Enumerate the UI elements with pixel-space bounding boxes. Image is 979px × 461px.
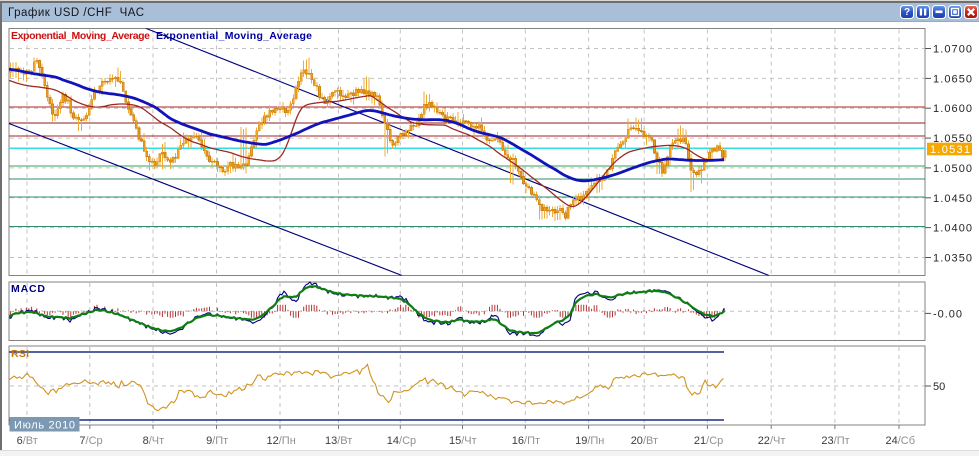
svg-text:14/Ср: 14/Ср [387,435,416,447]
svg-text:1.0700: 1.0700 [933,44,972,56]
svg-text:Exponential_Moving_Average: Exponential_Moving_Average [11,30,150,42]
svg-text:1.0450: 1.0450 [933,193,972,205]
svg-text:1.0650: 1.0650 [933,73,972,85]
svg-text:21/Ср: 21/Ср [694,435,723,447]
svg-text:12/Пн: 12/Пн [267,435,296,447]
svg-text:6/Вт: 6/Вт [17,435,38,447]
svg-text:9/Пт: 9/Пт [206,435,228,447]
svg-text:16/Пт: 16/Пт [512,435,540,447]
svg-text:7/Ср: 7/Ср [79,435,102,447]
svg-text:График USD /CHF ЧАС: График USD /CHF ЧАС [8,7,144,19]
svg-text:22/Чт: 22/Чт [758,435,786,447]
svg-text:50: 50 [933,381,945,393]
svg-text:1.0600: 1.0600 [933,103,972,115]
svg-text:1.0531: 1.0531 [930,144,970,156]
svg-text:?: ? [904,7,910,18]
svg-text:20/Вт: 20/Вт [631,435,658,447]
svg-text:1.0400: 1.0400 [933,223,972,235]
svg-text:RSI: RSI [11,348,29,360]
svg-text:13/Вт: 13/Вт [325,435,352,447]
svg-text:1.0350: 1.0350 [933,253,972,265]
svg-text:15/Чт: 15/Чт [449,435,477,447]
svg-text:-0.00: -0.00 [933,308,962,320]
svg-text:Exponential_Moving_Average: Exponential_Moving_Average [156,30,312,42]
svg-text:24/Сб: 24/Сб [886,435,916,447]
svg-text:Июль 2010: Июль 2010 [14,420,75,432]
svg-text:23/Пт: 23/Пт [821,435,849,447]
svg-text:MACD: MACD [11,283,45,295]
svg-text:1.0500: 1.0500 [933,163,972,175]
svg-text:8/Чт: 8/Чт [143,435,165,447]
svg-text:19/Пн: 19/Пн [575,435,604,447]
